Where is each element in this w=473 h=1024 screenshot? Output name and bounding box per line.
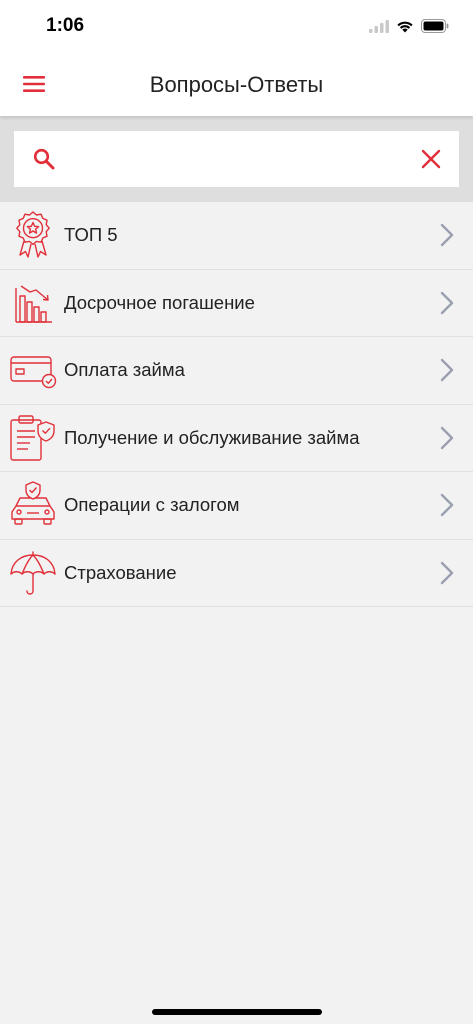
close-icon[interactable] <box>421 149 441 169</box>
car-shield-icon <box>11 481 55 525</box>
card-payment-icon <box>10 356 57 389</box>
umbrella-icon <box>10 550 56 595</box>
chevron-right-icon <box>440 223 454 247</box>
list-item-label: Получение и обслуживание займа <box>64 426 360 448</box>
search-bar <box>0 116 473 202</box>
list-item-early-repayment[interactable]: Досрочное погашение <box>0 270 473 337</box>
list-item-label: Досрочное погашение <box>64 291 255 313</box>
chevron-right-icon <box>440 493 454 517</box>
status-bar: 1:06 <box>0 0 473 50</box>
list-item-insurance[interactable]: Страхование <box>0 540 473 607</box>
list-item-top5[interactable]: ТОП 5 <box>0 202 473 270</box>
wifi-icon <box>397 21 413 32</box>
list-item-label: Операции с залогом <box>64 494 240 515</box>
declining-chart-icon <box>15 284 52 323</box>
status-icons <box>369 17 449 35</box>
chevron-right-icon <box>440 358 454 382</box>
award-badge-icon <box>16 211 50 258</box>
list-item-label: Оплата займа <box>64 359 185 380</box>
chevron-right-icon <box>440 561 454 584</box>
chevron-right-icon <box>440 291 454 314</box>
list-item-loan-payment[interactable]: Оплата займа <box>0 337 473 405</box>
search-input[interactable] <box>72 139 402 179</box>
status-time: 1:06 <box>46 15 85 36</box>
search-icon <box>33 148 55 170</box>
battery-icon <box>421 19 449 33</box>
app-header: Вопросы-Ответы <box>0 50 473 116</box>
page-title: Вопросы-Ответы <box>149 72 324 97</box>
home-indicator[interactable] <box>152 1009 322 1015</box>
chevron-right-icon <box>440 426 454 449</box>
list-item-label: ТОП 5 <box>64 224 118 245</box>
document-check-icon <box>10 414 55 461</box>
faq-category-list: ТОП 5 Досрочное погашение Оплата займа П… <box>0 202 473 607</box>
list-item-loan-service[interactable]: Получение и обслуживание займа <box>0 405 473 472</box>
list-item-label: Страхование <box>64 561 177 583</box>
signal-icon <box>369 19 389 33</box>
search-box <box>14 131 459 187</box>
list-item-collateral-operations[interactable]: Операции с залогом <box>0 472 473 540</box>
